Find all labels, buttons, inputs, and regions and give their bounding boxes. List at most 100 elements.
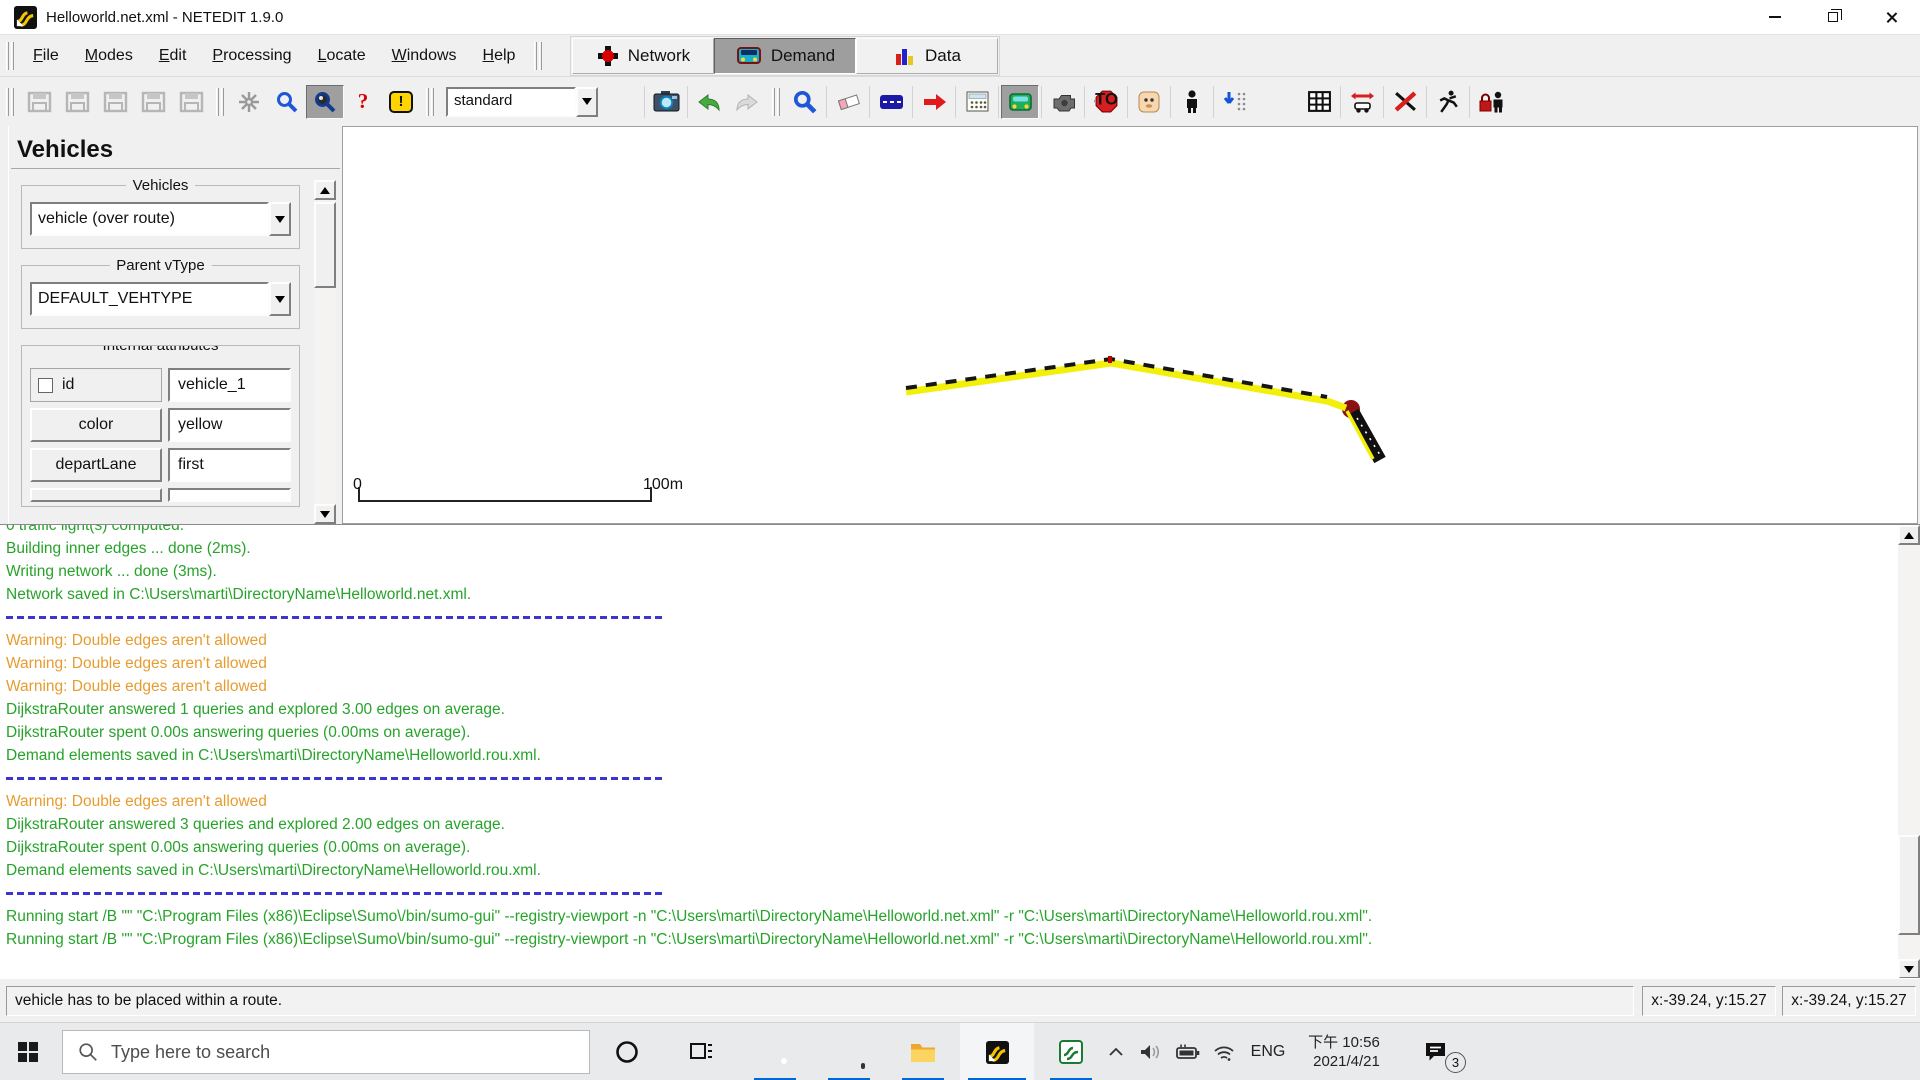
- scroll-up-button[interactable]: [314, 180, 336, 200]
- taskbar-cortana-button[interactable]: [590, 1023, 664, 1080]
- taskbar-file-explorer-button[interactable]: [886, 1023, 960, 1080]
- style-combobox-arrow[interactable]: [576, 87, 598, 117]
- close-button[interactable]: [1862, 0, 1920, 34]
- person-mode-button[interactable]: [1173, 85, 1211, 119]
- style-combobox-value[interactable]: standard: [446, 87, 576, 117]
- taskbar-sumo-gui-button[interactable]: [1034, 1023, 1108, 1080]
- menu-file[interactable]: File: [20, 40, 72, 72]
- open-configuration-button[interactable]: [96, 85, 134, 119]
- vehicle-mode-button[interactable]: [1001, 85, 1039, 119]
- attribute-key-id[interactable]: id: [30, 368, 162, 402]
- vehicle-combobox[interactable]: vehicle (over route): [30, 202, 291, 236]
- person-plan-mode-button[interactable]: [1216, 85, 1254, 119]
- undo-button[interactable]: [690, 85, 728, 119]
- save-network-as-button[interactable]: [172, 85, 210, 119]
- attribute-value-departLane[interactable]: first: [168, 448, 291, 482]
- attribute-value[interactable]: [168, 488, 291, 502]
- group-label: Internal attributes: [96, 345, 226, 354]
- scroll-down-button[interactable]: [1898, 959, 1920, 978]
- attribute-key[interactable]: [30, 488, 162, 502]
- engine-mode-button[interactable]: [1044, 85, 1082, 119]
- start-button[interactable]: [0, 1023, 56, 1080]
- menu-locate[interactable]: Locate: [305, 40, 379, 72]
- taskbar-netedit-button[interactable]: [960, 1023, 1034, 1080]
- attribute-value-id[interactable]: vehicle_1: [168, 368, 291, 402]
- tray-wifi[interactable]: [1206, 1023, 1242, 1080]
- compute-demand-button[interactable]: [1343, 85, 1381, 119]
- message-log[interactable]: 0 traffic light(s) computed.Building inn…: [0, 524, 1920, 978]
- scroll-up-button[interactable]: [1898, 525, 1920, 545]
- scrollbar-thumb[interactable]: [1898, 835, 1920, 935]
- attribute-value-color[interactable]: yellow: [168, 408, 291, 442]
- log-scrollbar[interactable]: [1898, 525, 1920, 978]
- clean-routes-button[interactable]: [1386, 85, 1424, 119]
- supermode-demand-button[interactable]: Demand: [714, 38, 856, 74]
- menu-modes[interactable]: Modes: [72, 40, 146, 72]
- route-mode-button[interactable]: [872, 85, 910, 119]
- vtype-combobox-arrow[interactable]: [269, 282, 291, 316]
- vehicle-combobox-value[interactable]: vehicle (over route): [30, 202, 269, 236]
- battery-icon: [1174, 1043, 1201, 1062]
- color-scheme-button[interactable]: [604, 85, 642, 119]
- toolbar-grip[interactable]: [772, 88, 780, 116]
- screenshot-button[interactable]: [647, 85, 685, 119]
- person-type-mode-button[interactable]: [1130, 85, 1168, 119]
- toggle-grid-button[interactable]: [1300, 85, 1338, 119]
- move-mode-button[interactable]: [915, 85, 953, 119]
- toolbar-separator: [998, 86, 999, 118]
- scroll-down-button[interactable]: [314, 504, 336, 524]
- delete-mode-button[interactable]: [829, 85, 867, 119]
- zoom-button[interactable]: [268, 85, 306, 119]
- attribute-key-departLane-button[interactable]: departLane: [30, 448, 162, 482]
- attribute-key-color-button[interactable]: color: [30, 408, 162, 442]
- adjust-view-button[interactable]: [230, 85, 268, 119]
- vtype-combobox[interactable]: DEFAULT_VEHTYPE: [30, 282, 291, 316]
- toolbar-grip[interactable]: [6, 88, 14, 116]
- menu-windows[interactable]: Windows: [379, 40, 470, 72]
- redo-button[interactable]: [728, 85, 766, 119]
- toolbar-grip[interactable]: [426, 88, 434, 116]
- route-edge-yellow[interactable]: [906, 363, 1346, 408]
- menu-help[interactable]: Help: [470, 40, 529, 72]
- filewin-icon: [27, 91, 52, 113]
- menubar-grip[interactable]: [6, 42, 14, 70]
- menu-edit[interactable]: Edit: [146, 40, 200, 72]
- checkbox-id[interactable]: [38, 378, 53, 393]
- tray-chevron-up[interactable]: [1098, 1023, 1134, 1080]
- inspect-mode-button[interactable]: [786, 85, 824, 119]
- warnings-button[interactable]: !: [382, 85, 420, 119]
- supermode-data-button[interactable]: Data: [856, 38, 998, 74]
- join-routes-button[interactable]: [1429, 85, 1467, 119]
- clean-invalid-demand-button[interactable]: [1472, 85, 1510, 119]
- toolbar-separator: [912, 86, 913, 118]
- scrollbar-thumb[interactable]: [314, 202, 336, 288]
- vtype-combobox-value[interactable]: DEFAULT_VEHTYPE: [30, 282, 269, 316]
- action-center-button[interactable]: 3: [1402, 1023, 1468, 1080]
- locate-button[interactable]: [306, 85, 344, 119]
- toolbar-grip[interactable]: [216, 88, 224, 116]
- supermode-grip[interactable]: [534, 42, 542, 70]
- tray-volume[interactable]: [1132, 1023, 1168, 1080]
- new-network-button[interactable]: [20, 85, 58, 119]
- tray-clock[interactable]: 下午 10:56 2021/4/21: [1292, 1023, 1396, 1080]
- open-network-button[interactable]: [58, 85, 96, 119]
- taskbar-browser-button[interactable]: [812, 1023, 886, 1080]
- supermode-network-button[interactable]: Network: [572, 38, 714, 74]
- style-combobox[interactable]: standard: [446, 87, 598, 117]
- taskbar-search[interactable]: Type here to search: [62, 1030, 590, 1074]
- tray-language[interactable]: ENG: [1244, 1023, 1292, 1080]
- taskbar-chrome-button[interactable]: [738, 1023, 812, 1080]
- vehicle-type-mode-button[interactable]: [958, 85, 996, 119]
- zoomdark-icon: [313, 90, 337, 114]
- network-canvas[interactable]: 0 100m: [342, 126, 1918, 524]
- frame-scrollbar[interactable]: [314, 180, 336, 524]
- menu-processing[interactable]: Processing: [199, 40, 304, 72]
- minimize-button[interactable]: [1746, 0, 1804, 34]
- stop-mode-button[interactable]: STOP: [1087, 85, 1125, 119]
- help-button[interactable]: ?: [344, 85, 382, 119]
- vehicle-combobox-arrow[interactable]: [269, 202, 291, 236]
- taskbar-task-view-button[interactable]: [664, 1023, 738, 1080]
- tray-battery[interactable]: [1168, 1023, 1206, 1080]
- maximize-button[interactable]: [1804, 0, 1862, 34]
- save-network-button[interactable]: [134, 85, 172, 119]
